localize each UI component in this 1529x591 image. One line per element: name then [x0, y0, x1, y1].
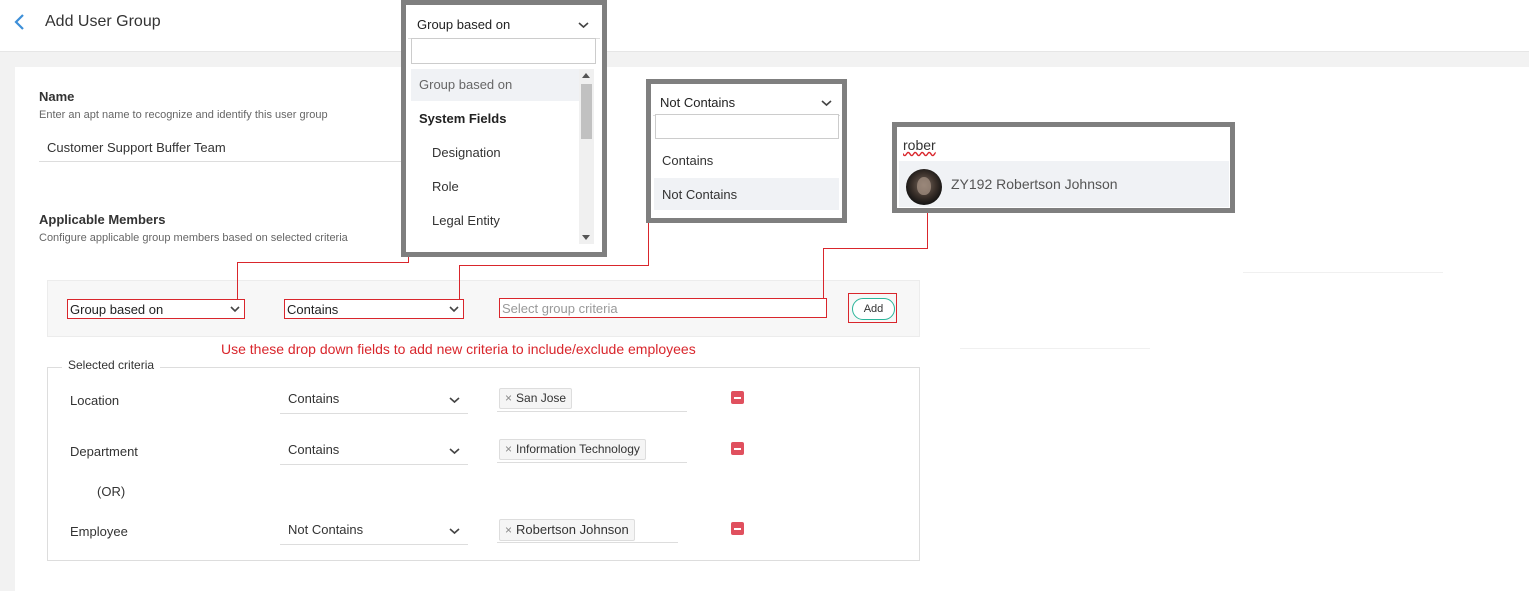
operator-dropdown-search[interactable] — [655, 114, 839, 139]
group-based-on-select[interactable]: Group based on — [67, 299, 245, 319]
avatar — [906, 169, 942, 205]
criteria-value-text: San Jose — [516, 391, 567, 405]
scroll-down-icon[interactable] — [582, 235, 590, 240]
criteria-operator-select[interactable]: Not Contains — [280, 521, 468, 545]
connector-line — [459, 265, 460, 299]
criteria-value-text: Robertson Johnson — [516, 522, 629, 537]
name-hint: Enter an apt name to recognize and ident… — [39, 109, 328, 121]
employee-search-query: rober — [903, 137, 936, 153]
criteria-value-field[interactable]: × Robertson Johnson — [497, 519, 678, 543]
criteria-value-tag: × San Jose — [499, 388, 573, 409]
criteria-operator-value: Contains — [288, 442, 340, 457]
criteria-value-field[interactable]: × San Jose — [497, 388, 687, 412]
dropdown-item[interactable]: Legal Entity — [432, 213, 500, 228]
criteria-field-label: Employee — [70, 524, 128, 539]
criteria-value-field[interactable]: × Information Technology — [497, 439, 687, 463]
selected-criteria-legend: Selected criteria — [62, 358, 161, 372]
dropdown-scrollbar[interactable] — [579, 69, 594, 244]
employee-search-input[interactable]: rober — [898, 129, 1229, 159]
group-criteria-placeholder: Select group criteria — [502, 301, 618, 316]
chevron-down-icon — [449, 306, 459, 313]
connector-line — [823, 248, 928, 249]
criteria-field-label: Location — [70, 393, 120, 408]
group-select-value: Group based on — [70, 302, 164, 317]
criteria-operator-value: Not Contains — [288, 522, 364, 537]
operator-dropdown-header[interactable]: Not Contains — [653, 86, 840, 116]
chevron-down-icon — [821, 100, 832, 107]
connector-line — [823, 248, 824, 298]
remove-tag-icon[interactable]: × — [505, 391, 512, 405]
dropdown-item[interactable]: Not Contains — [662, 187, 737, 202]
employee-search-result[interactable]: ZY192 Robertson Johnson — [899, 161, 1229, 207]
connector-line — [648, 222, 649, 266]
add-criteria-button[interactable]: Add — [852, 298, 895, 320]
connector-line — [408, 256, 409, 263]
group-criteria-input[interactable]: Select group criteria — [499, 298, 827, 318]
remove-criteria-icon[interactable] — [731, 522, 744, 535]
connector-line — [237, 262, 409, 263]
back-arrow-icon[interactable] — [13, 13, 27, 31]
group-dropdown-search[interactable] — [411, 38, 596, 64]
connector-line — [237, 262, 238, 299]
employee-search-callout: rober ZY192 Robertson Johnson — [892, 122, 1235, 213]
dropdown-item[interactable]: Role — [432, 179, 459, 194]
members-hint: Configure applicable group members based… — [39, 232, 348, 244]
operator-dropdown-selected: Not Contains — [660, 95, 736, 110]
remove-criteria-icon[interactable] — [731, 442, 744, 455]
add-button-highlight: Add — [848, 293, 897, 323]
criteria-operator-select[interactable]: Contains — [280, 441, 468, 465]
employee-result-text: ZY192 Robertson Johnson — [951, 176, 1118, 192]
divider — [1243, 272, 1443, 273]
dropdown-item[interactable]: Contains — [662, 153, 713, 168]
chevron-down-icon — [230, 306, 240, 313]
name-input[interactable]: Customer Support Buffer Team — [39, 136, 404, 162]
dropdown-group-header: System Fields — [419, 111, 507, 126]
operator-select-value: Contains — [287, 302, 339, 317]
group-dropdown-callout: Group based on Group based on System Fie… — [401, 0, 607, 257]
remove-tag-icon[interactable]: × — [505, 442, 512, 456]
chevron-down-icon — [449, 528, 460, 535]
chevron-down-icon — [578, 22, 589, 29]
dropdown-item[interactable]: Group based on — [419, 77, 512, 92]
members-label: Applicable Members — [39, 212, 166, 227]
criteria-value-text: Information Technology — [516, 442, 640, 456]
operator-dropdown-callout: Not Contains Contains Not Contains — [646, 79, 847, 223]
criteria-operator-select[interactable]: Contains — [280, 390, 468, 414]
remove-tag-icon[interactable]: × — [505, 523, 512, 537]
operator-select[interactable]: Contains — [284, 299, 464, 319]
dropdown-item[interactable]: Designation — [432, 145, 501, 160]
name-label: Name — [39, 89, 75, 104]
connector-line — [459, 265, 649, 266]
criteria-field-label: Department — [70, 444, 138, 459]
or-separator: (OR) — [97, 484, 126, 499]
group-dropdown-header[interactable]: Group based on — [408, 7, 600, 39]
chevron-down-icon — [449, 397, 460, 404]
divider — [960, 348, 1150, 349]
group-dropdown-selected: Group based on — [417, 17, 511, 32]
criteria-operator-value: Contains — [288, 391, 340, 406]
page-title: Add User Group — [45, 13, 161, 30]
annotation-note: Use these drop down fields to add new cr… — [221, 341, 696, 357]
scroll-thumb[interactable] — [581, 84, 592, 139]
chevron-down-icon — [449, 448, 460, 455]
remove-criteria-icon[interactable] — [731, 391, 744, 404]
scroll-up-icon[interactable] — [582, 73, 590, 78]
name-input-value: Customer Support Buffer Team — [47, 140, 226, 155]
criteria-value-tag: × Robertson Johnson — [499, 519, 635, 541]
connector-line — [927, 212, 928, 249]
selected-criteria-box — [47, 367, 920, 561]
criteria-value-tag: × Information Technology — [499, 439, 646, 460]
top-bar: Add User Group — [0, 0, 1529, 52]
